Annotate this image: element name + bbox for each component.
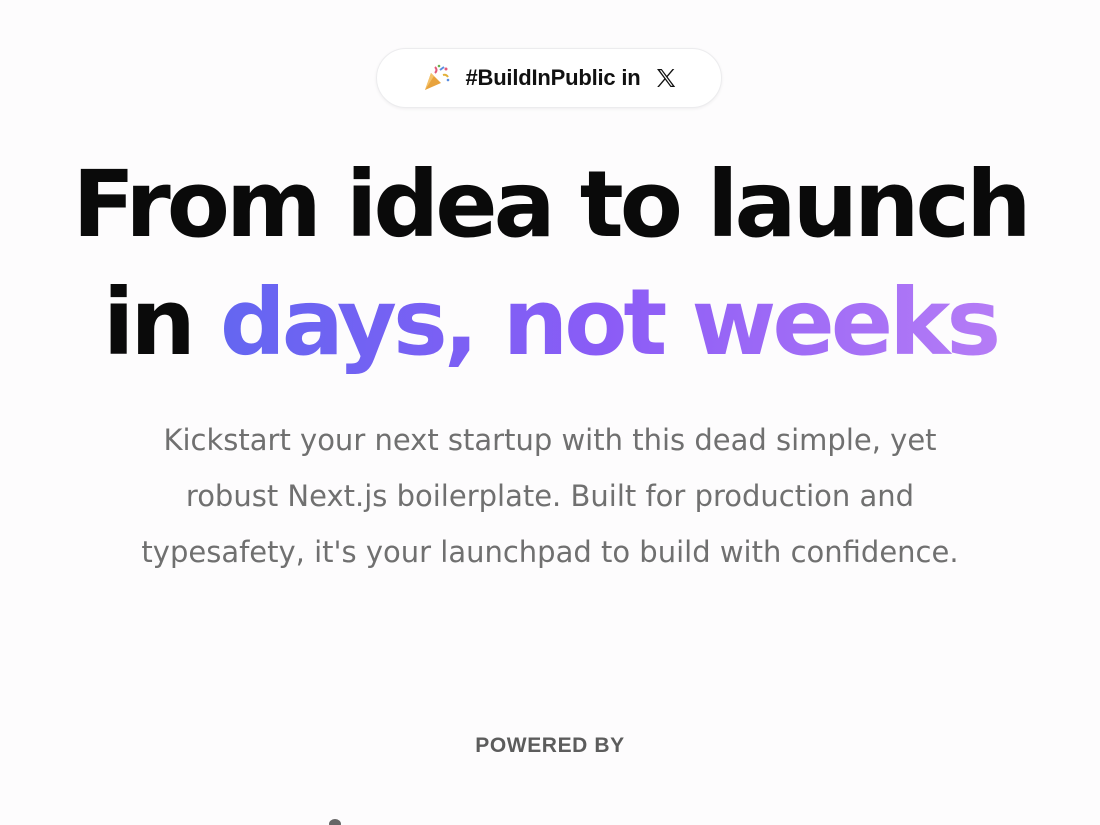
headline-line-1: From idea to launch xyxy=(72,151,1031,258)
description-line: robust Next.js boilerplate. Built for pr… xyxy=(185,479,915,513)
description-line: typesafety, it's your launchpad to build… xyxy=(141,535,959,569)
description-line: Kickstart your next startup with this de… xyxy=(163,423,937,457)
headline-line-2: in days, not weeks xyxy=(0,268,1100,378)
badge-label: #BuildInPublic in xyxy=(465,65,641,90)
party-popper-icon xyxy=(419,61,453,95)
headline-highlight: days, not weeks xyxy=(219,269,1001,376)
hero-description: Kickstart your next startup with this de… xyxy=(60,412,1040,580)
hero-section: #BuildInPublic in From idea to launch in… xyxy=(0,0,1100,825)
powered-by-label: POWERED BY xyxy=(475,734,625,757)
x-logo-icon xyxy=(653,65,679,91)
build-in-public-badge[interactable]: #BuildInPublic in xyxy=(376,48,722,108)
headline-prefix: in xyxy=(102,269,220,376)
partner-logo-partial xyxy=(329,819,341,825)
